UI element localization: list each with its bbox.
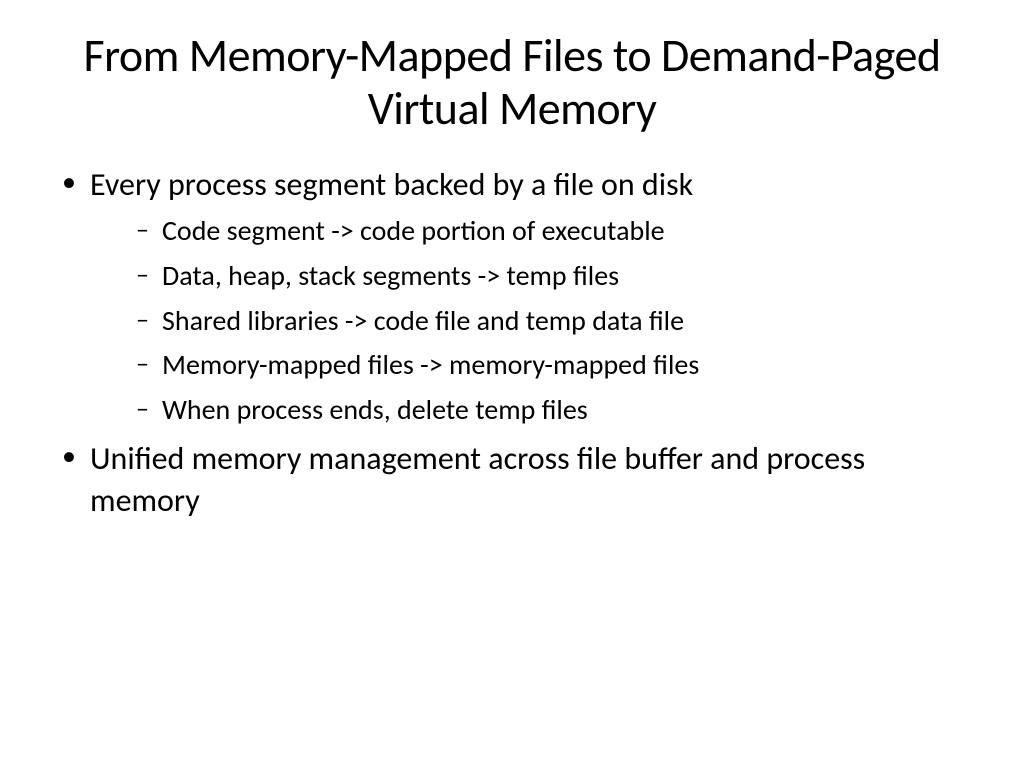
bullet-text: Every process segment backed by a file o… (90, 165, 693, 204)
sub-item: When process ends, delete temp files (90, 390, 974, 431)
content-list: Every process segment backed by a file o… (50, 164, 974, 522)
sub-list: Code segment -> code portion of executab… (90, 211, 974, 430)
sub-item: Data, heap, stack segments -> temp files (90, 256, 974, 297)
sub-item: Memory-mapped files -> memory-mapped fil… (90, 345, 974, 386)
sub-item: Code segment -> code portion of executab… (90, 211, 974, 252)
bullet-item: Unified memory management across file bu… (50, 438, 974, 521)
slide-title: From Memory-Mapped Files to Demand-Paged… (50, 30, 974, 136)
bullet-text: Unified memory management across file bu… (90, 439, 865, 520)
bullet-item: Every process segment backed by a file o… (50, 164, 974, 431)
sub-item: Shared libraries -> code file and temp d… (90, 301, 974, 342)
